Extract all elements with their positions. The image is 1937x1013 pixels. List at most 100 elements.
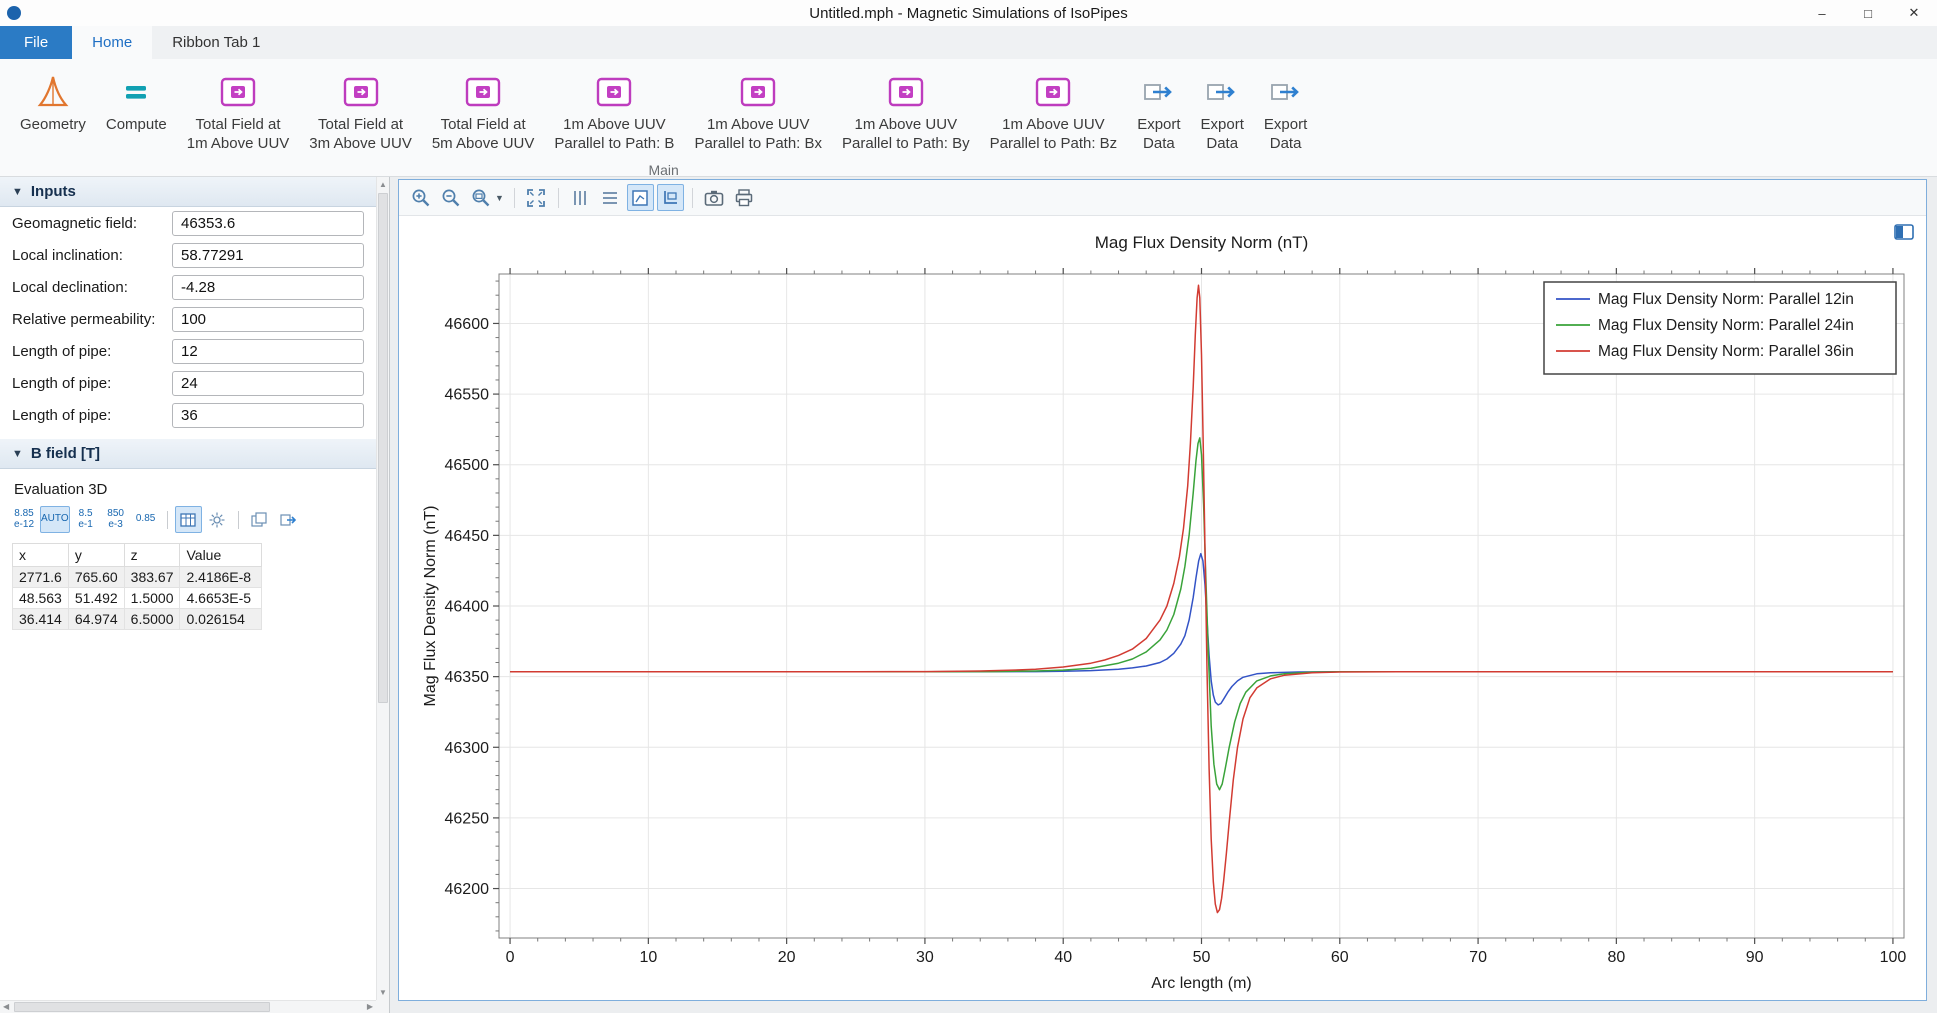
total-field-5m-button[interactable]: Total Field at5m Above UUV — [422, 67, 545, 158]
geometry-button[interactable]: Geometry — [10, 67, 96, 139]
export-icon — [1204, 71, 1240, 113]
precision-8-85e-12-button[interactable]: 8.85e-12 — [10, 506, 38, 533]
table-row[interactable]: 48.56351.4921.50004.6653E-5 — [13, 588, 262, 609]
plot-canvas[interactable]: 0102030405060708090100462004625046300463… — [399, 216, 1926, 1000]
tab-home[interactable]: Home — [72, 26, 152, 59]
x-tick-label: 100 — [1880, 949, 1907, 966]
length-of-pipe-3-input[interactable] — [172, 403, 364, 428]
vertical-scrollbar[interactable]: ▲ ▼ — [376, 177, 389, 1000]
relative-permeability-label: Relative permeability: — [12, 311, 172, 328]
y-axis-data-icon[interactable] — [597, 184, 624, 211]
total-field-1m-label: Total Field at — [195, 116, 280, 135]
zoom-extents-icon[interactable] — [523, 184, 550, 211]
export-data-2-label: Data — [1206, 135, 1238, 154]
x-tick-label: 0 — [506, 949, 515, 966]
scroll-left-icon[interactable]: ◀ — [3, 1002, 9, 1011]
table-header-z[interactable]: z — [124, 544, 180, 567]
x-tick-label: 40 — [1054, 949, 1072, 966]
legend-entry: Mag Flux Density Norm: Parallel 12in — [1598, 291, 1854, 308]
precision-850e-3-button[interactable]: 850e-3 — [102, 506, 130, 533]
compute-label: Compute — [106, 116, 167, 135]
x-tick-label: 30 — [916, 949, 934, 966]
plot-image-icon[interactable] — [627, 184, 654, 211]
plot-window-icon[interactable] — [1894, 224, 1914, 245]
table-cell: 2.4186E-8 — [180, 567, 262, 588]
parallel-path-b-button[interactable]: 1m Above UUVParallel to Path: B — [544, 67, 684, 158]
zoom-in-icon[interactable] — [407, 184, 434, 211]
table-cell: 765.60 — [68, 567, 124, 588]
table-cell: 6.5000 — [124, 609, 180, 630]
table-cell: 4.6653E-5 — [180, 588, 262, 609]
length-of-pipe-2-label: Length of pipe: — [12, 375, 172, 392]
print-icon[interactable] — [731, 184, 758, 211]
close-button[interactable]: ✕ — [1891, 0, 1937, 26]
parallel-path-bx-button[interactable]: 1m Above UUVParallel to Path: Bx — [684, 67, 832, 158]
export-data-2-button[interactable]: ExportData — [1191, 67, 1254, 158]
table-row[interactable]: 2771.6765.60383.672.4186E-8 — [13, 567, 262, 588]
horizontal-scroll-thumb[interactable] — [14, 1002, 270, 1012]
compute-icon — [120, 71, 152, 113]
scroll-right-icon[interactable]: ▶ — [367, 1002, 373, 1011]
minimize-button[interactable]: – — [1799, 0, 1845, 26]
parallel-path-bz-button[interactable]: 1m Above UUVParallel to Path: Bz — [980, 67, 1128, 158]
scroll-up-icon[interactable]: ▲ — [377, 180, 389, 189]
compute-button[interactable]: Compute — [96, 67, 177, 139]
total-field-5m-label: 5m Above UUV — [432, 135, 535, 154]
precision-auto-button[interactable]: AUTO — [40, 506, 70, 533]
y-tick-label: 46600 — [445, 316, 490, 333]
scroll-down-icon[interactable]: ▼ — [377, 988, 389, 997]
y-tick-label: 46500 — [445, 457, 490, 474]
y-tick-label: 46250 — [445, 810, 490, 827]
x-axis-data-icon[interactable] — [567, 184, 594, 211]
parallel-path-b-label: Parallel to Path: B — [554, 135, 674, 154]
table-header-y[interactable]: y — [68, 544, 124, 567]
table-header-x[interactable]: x — [13, 544, 69, 567]
toolbar-separator — [514, 188, 515, 208]
geomagnetic-field-input[interactable] — [172, 211, 364, 236]
plot-title: Mag Flux Density Norm (nT) — [1095, 233, 1308, 252]
full-precision-icon[interactable] — [204, 506, 231, 533]
image-snapshot-icon[interactable] — [701, 184, 728, 211]
precision-0-85-button[interactable]: 0.85 — [132, 506, 160, 533]
local-inclination-input[interactable] — [172, 243, 364, 268]
bfield-section-header[interactable]: ▼ B field [T] — [0, 439, 376, 469]
maximize-button[interactable]: □ — [1845, 0, 1891, 26]
dropdown-caret-icon[interactable]: ▼ — [495, 193, 504, 203]
total-field-1m-button[interactable]: Total Field at1m Above UUV — [177, 67, 300, 158]
total-field-3m-button[interactable]: Total Field at3m Above UUV — [299, 67, 422, 158]
export-icon — [1141, 71, 1177, 113]
field-row: Length of pipe: — [0, 367, 376, 399]
table-header-value[interactable]: Value — [180, 544, 262, 567]
ribbon: GeometryComputeTotal Field at1m Above UU… — [0, 59, 1937, 177]
vertical-scroll-thumb[interactable] — [378, 193, 388, 703]
length-of-pipe-2-input[interactable] — [172, 371, 364, 396]
total-field-3m-label: Total Field at — [318, 116, 403, 135]
export-data-1-button[interactable]: ExportData — [1127, 67, 1190, 158]
total-field-1m-label: 1m Above UUV — [187, 135, 290, 154]
parallel-path-bx-label: Parallel to Path: Bx — [694, 135, 822, 154]
x-tick-label: 50 — [1193, 949, 1211, 966]
copy-table-icon[interactable] — [246, 506, 273, 533]
parallel-path-by-button[interactable]: 1m Above UUVParallel to Path: By — [832, 67, 980, 158]
length-of-pipe-1-input[interactable] — [172, 339, 364, 364]
evaluation-table[interactable]: xyzValue 2771.6765.60383.672.4186E-848.5… — [12, 543, 262, 630]
plot-icon — [1035, 71, 1071, 113]
export-table-icon[interactable] — [275, 506, 302, 533]
app-window: Untitled.mph - Magnetic Simulations of I… — [0, 0, 1937, 1013]
horizontal-scrollbar[interactable]: ◀ ▶ — [0, 1000, 376, 1013]
zoom-out-icon[interactable] — [437, 184, 464, 211]
export-data-3-button[interactable]: ExportData — [1254, 67, 1317, 158]
local-declination-input[interactable] — [172, 275, 364, 300]
table-format-icon[interactable] — [175, 506, 202, 533]
parallel-path-bx-label: 1m Above UUV — [707, 116, 810, 135]
legend-toggle-icon[interactable] — [657, 184, 684, 211]
table-row[interactable]: 36.41464.9746.50000.026154 — [13, 609, 262, 630]
precision-8-5e-1-button[interactable]: 8.5e-1 — [72, 506, 100, 533]
tab-file[interactable]: File — [0, 26, 72, 59]
relative-permeability-input[interactable] — [172, 307, 364, 332]
zoom-box-icon[interactable] — [467, 184, 494, 211]
inputs-section-header[interactable]: ▼ Inputs — [0, 177, 376, 207]
export-data-1-label: Export — [1137, 116, 1180, 135]
tab-ribbon-tab-1[interactable]: Ribbon Tab 1 — [152, 26, 280, 59]
evaluation-toolbar: 8.85e-12AUTO8.5e-1850e-30.85 — [0, 506, 376, 541]
